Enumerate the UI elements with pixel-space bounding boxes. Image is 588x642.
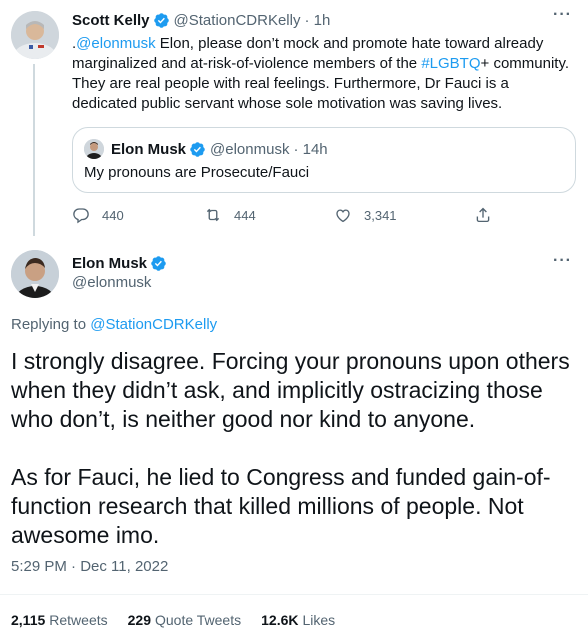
quoted-tweet[interactable]: Elon Musk @elonmusk · 14h My pronouns ar… — [72, 127, 576, 193]
avatar-scott-kelly[interactable] — [11, 11, 59, 59]
parent-tweet-text: .@elonmusk Elon, please don’t mock and p… — [72, 34, 572, 114]
verified-badge-icon — [153, 12, 169, 28]
retweets-count: 2,115 — [11, 612, 46, 628]
like-icon — [336, 209, 350, 223]
like-button[interactable]: 3,341 — [334, 206, 397, 224]
author-handle[interactable]: @StationCDRKelly — [174, 12, 301, 29]
more-options-icon[interactable]: ··· — [553, 252, 572, 270]
reply-button[interactable]: 440 — [72, 206, 124, 224]
replying-to-link[interactable]: @StationCDRKelly — [90, 316, 217, 333]
tweet-paragraph: I strongly disagree. Forcing your pronou… — [11, 348, 570, 432]
astronaut-avatar-icon — [11, 11, 59, 59]
person-avatar-icon — [11, 250, 59, 298]
more-options-icon[interactable]: ··· — [553, 6, 572, 24]
quotes-count: 229 — [127, 612, 151, 628]
replying-to: Replying to @StationCDRKelly — [11, 316, 217, 333]
hashtag-link[interactable]: #LGBTQ — [421, 55, 480, 72]
retweet-button[interactable]: 444 — [204, 206, 256, 224]
verified-badge-icon — [151, 255, 166, 271]
main-tweet-header: Elon Musk — [72, 253, 167, 273]
verified-badge-icon — [190, 141, 205, 157]
like-count: 3,341 — [364, 207, 397, 223]
share-icon — [476, 207, 490, 223]
mention-link[interactable]: @elonmusk — [76, 35, 155, 52]
replying-prefix: Replying to — [11, 316, 91, 333]
retweet-count: 444 — [234, 207, 256, 223]
likes-label: Likes — [302, 612, 336, 628]
quotes-label: Quote Tweets — [154, 612, 242, 628]
reply-icon — [73, 208, 89, 224]
likes-stat[interactable]: 12.6K Likes — [261, 612, 335, 628]
parent-tweet-header: Scott Kelly @StationCDRKelly · 1h — [72, 10, 330, 30]
quote-tweets-stat[interactable]: 229 Quote Tweets — [128, 612, 242, 628]
author-name[interactable]: Scott Kelly — [72, 12, 150, 29]
main-tweet-text: I strongly disagree. Forcing your pronou… — [11, 347, 577, 550]
parent-tweet[interactable]: Scott Kelly @StationCDRKelly · 1h ··· .@… — [0, 0, 588, 236]
quoted-header: Elon Musk @elonmusk · 14h — [111, 139, 328, 159]
divider — [0, 594, 588, 595]
tweet-actions: 440 444 3,341 — [72, 206, 572, 226]
quoted-author-handle: @elonmusk — [210, 140, 290, 158]
author-name[interactable]: Elon Musk — [72, 255, 147, 272]
retweets-label: Retweets — [49, 612, 108, 628]
quoted-author-name: Elon Musk — [111, 140, 187, 158]
quoted-time: · 14h — [293, 140, 328, 158]
thread-connector-line — [33, 64, 35, 236]
tweet-time[interactable]: · 1h — [304, 12, 330, 29]
avatar-elon-musk[interactable] — [11, 250, 59, 298]
reply-count: 440 — [102, 207, 124, 223]
tweet-paragraph: As for Fauci, he lied to Congress and fu… — [11, 464, 551, 548]
author-handle[interactable]: @elonmusk — [72, 274, 151, 291]
tweet-stats: 2,115 Retweets 229 Quote Tweets 12.6K Likes — [11, 612, 355, 628]
quoted-text: My pronouns are Prosecute/Fauci — [84, 164, 310, 181]
likes-count: 12.6K — [261, 612, 299, 628]
avatar-elon-small — [84, 139, 104, 159]
person-avatar-icon — [84, 139, 104, 159]
retweet-icon — [206, 208, 220, 222]
retweets-stat[interactable]: 2,115 Retweets — [11, 612, 108, 628]
tweet-timestamp[interactable]: 5:29 PM · Dec 11, 2022 — [11, 558, 168, 575]
share-button[interactable] — [474, 206, 504, 224]
